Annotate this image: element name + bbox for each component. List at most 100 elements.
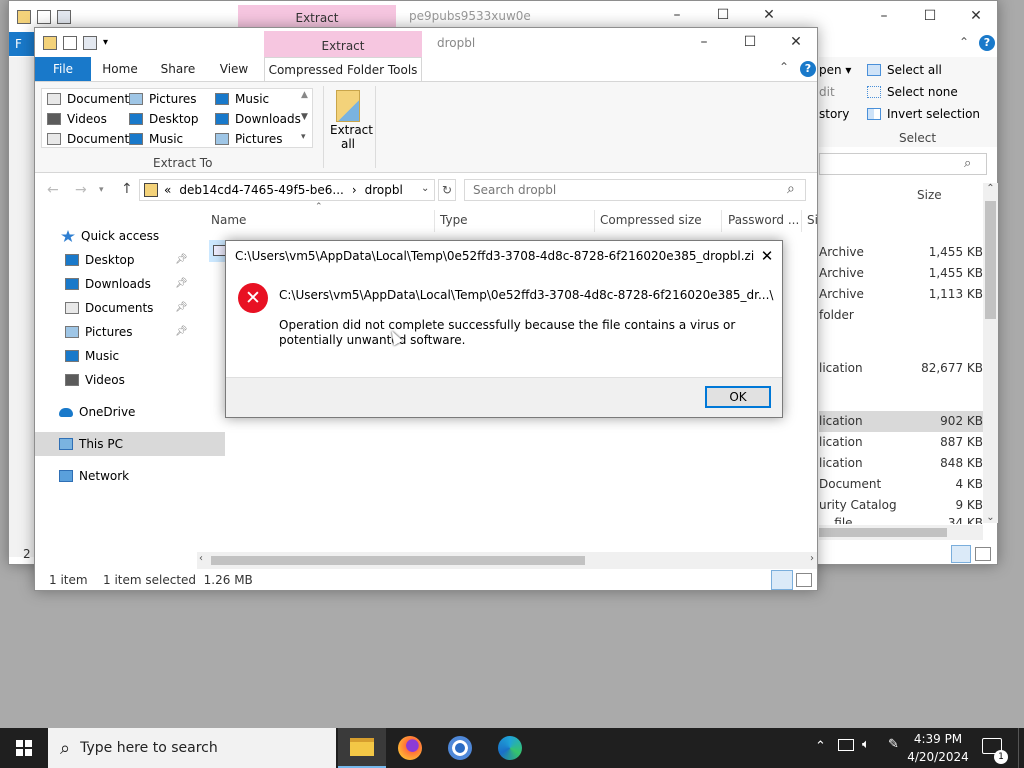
hscroll-thumb[interactable] — [211, 556, 585, 565]
gallery-more-icon[interactable]: ▾ — [301, 132, 306, 142]
front-help-icon[interactable]: ? — [800, 61, 816, 77]
front-ribbon-collapse-icon[interactable]: ⌃ — [779, 60, 789, 74]
back-scroll-up-icon[interactable]: ⌃ — [983, 183, 998, 194]
back-vertical-scrollbar[interactable]: ⌃ ⌄ — [983, 183, 998, 523]
extract-to-item-pictures[interactable]: Pictures — [215, 129, 283, 149]
back-history-button[interactable]: story — [819, 107, 849, 121]
address-overflow-chevron[interactable]: « — [164, 183, 171, 197]
back-nav-button[interactable]: ← — [47, 182, 59, 198]
extract-to-item-documents[interactable]: Documents — [47, 129, 135, 149]
nav-item-pictures[interactable]: Pictures 📌︎ — [35, 320, 225, 344]
pin-icon[interactable]: 📌︎ — [175, 320, 188, 344]
tab-compressed-folder-tools[interactable]: Compressed Folder Tools — [264, 57, 422, 81]
nav-item-downloads[interactable]: Downloads 📌︎ — [35, 272, 225, 296]
back-maximize-button[interactable]: ☐ — [700, 1, 746, 29]
clock-time[interactable]: 4:39 PM — [903, 732, 973, 746]
back-hscroll-thumb[interactable] — [819, 528, 947, 537]
nav-item-videos[interactable]: Videos — [35, 368, 225, 392]
search-icon[interactable]: ⌕ — [787, 181, 795, 197]
scroll-left-icon[interactable]: ‹ — [199, 553, 203, 564]
back-file-row[interactable]: Archive 1,113 KB — [819, 284, 983, 305]
select-none-button[interactable]: Select none — [867, 85, 958, 99]
nav-item-music[interactable]: Music — [35, 344, 225, 368]
new-folder-icon[interactable] — [57, 9, 71, 24]
volume-icon[interactable]: 🔈︎ — [862, 737, 870, 752]
address-bar[interactable]: « deb14cd4-7465-49f5-be6... › dropbl — [139, 179, 435, 201]
keyboard-icon[interactable]: ✎ — [888, 737, 899, 752]
extract-to-item-music[interactable]: Music — [129, 129, 183, 149]
back-horizontal-scrollbar[interactable] — [819, 525, 983, 540]
pin-icon[interactable]: 📌︎ — [175, 296, 188, 320]
back-help-icon[interactable]: ? — [979, 35, 995, 51]
nav-item-documents[interactable]: Documents 📌︎ — [35, 296, 225, 320]
front-close-button[interactable]: ✕ — [773, 28, 819, 56]
clock-date[interactable]: 4/20/2024 — [903, 750, 973, 764]
taskbar-edge[interactable] — [486, 728, 534, 768]
back-edit-button[interactable]: dit — [819, 85, 835, 99]
gallery-scroll-down-icon[interactable]: ▼ — [301, 112, 308, 122]
back-size-header[interactable]: Size — [917, 188, 942, 202]
back-file-row[interactable]: lication 887 KB — [819, 432, 983, 453]
properties-icon[interactable] — [37, 9, 51, 24]
horizontal-scrollbar[interactable]: ‹ › — [197, 552, 817, 569]
extract-to-item-videos[interactable]: Videos — [47, 109, 107, 129]
column-header-size[interactable]: Si — [807, 210, 818, 230]
back-close-button-2[interactable]: ✕ — [953, 2, 999, 30]
gallery-scroll-up-icon[interactable]: ▲ — [301, 90, 308, 100]
pin-icon[interactable]: 📌︎ — [175, 272, 188, 296]
address-dropdown-icon[interactable]: ⌄ — [421, 183, 429, 194]
qat-dropdown-icon[interactable]: ▾ — [103, 37, 108, 48]
tab-share[interactable]: Share — [153, 57, 203, 81]
address-segment-current[interactable]: dropbl — [365, 183, 403, 197]
extract-all-button[interactable]: Extract all — [330, 88, 373, 152]
column-header-password[interactable]: Password ... — [728, 210, 799, 230]
back-scroll-down-icon[interactable]: ⌄ — [983, 512, 998, 523]
tab-file[interactable]: File — [35, 57, 91, 81]
nav-item-this-pc[interactable]: This PC — [35, 432, 225, 456]
scroll-right-icon[interactable]: › — [810, 553, 814, 564]
refresh-button[interactable]: ↻ — [438, 179, 456, 201]
taskbar-firefox[interactable] — [386, 728, 434, 768]
back-search-box[interactable] — [819, 153, 987, 175]
column-header-compressed-size[interactable]: Compressed size — [600, 210, 702, 230]
address-separator[interactable]: › — [352, 183, 357, 197]
back-file-row[interactable]: folder — [819, 305, 983, 326]
tab-view[interactable]: View — [210, 57, 258, 81]
start-button[interactable] — [0, 728, 48, 768]
back-file-row[interactable]: ... file 34 KB — [819, 516, 983, 524]
back-close-button[interactable]: ✕ — [746, 1, 792, 29]
show-desktop-button[interactable] — [1018, 728, 1024, 768]
back-details-view-icon[interactable] — [951, 545, 971, 563]
back-file-row[interactable]: lication 82,677 KB — [819, 358, 983, 379]
back-file-row[interactable]: lication 902 KB — [819, 411, 983, 432]
back-file-tab[interactable]: F — [9, 32, 35, 56]
taskbar-file-explorer[interactable] — [338, 728, 386, 768]
dialog-ok-button[interactable]: OK — [705, 386, 771, 408]
back-maximize-button-2[interactable]: ☐ — [907, 2, 953, 30]
extract-to-item-desktop[interactable]: Desktop — [129, 109, 199, 129]
nav-item-onedrive[interactable]: OneDrive — [35, 400, 225, 424]
back-file-row[interactable]: Document 4 KB — [819, 474, 983, 495]
back-ribbon-collapse-icon[interactable]: ⌃ — [959, 35, 969, 49]
select-all-button[interactable]: Select all — [867, 63, 942, 77]
back-file-row[interactable]: Archive 1,455 KB — [819, 263, 983, 284]
back-file-row[interactable]: urity Catalog 9 KB — [819, 495, 983, 516]
back-file-row[interactable]: lication 848 KB — [819, 453, 983, 474]
recent-locations-icon[interactable]: ▾ — [99, 185, 104, 195]
pin-icon[interactable]: 📌︎ — [175, 248, 188, 272]
front-maximize-button[interactable]: ☐ — [727, 28, 773, 56]
taskbar-chrome[interactable] — [436, 728, 484, 768]
dialog-close-button[interactable]: ✕ — [754, 245, 780, 267]
back-large-icons-view-icon[interactable] — [975, 547, 991, 561]
large-icons-view-icon[interactable] — [796, 573, 812, 587]
extract-to-item-downloads[interactable]: Downloads — [215, 109, 301, 129]
back-minimize-button[interactable]: – — [654, 1, 700, 29]
extract-to-item-documents[interactable]: Documents — [47, 89, 135, 109]
address-segment-parent[interactable]: deb14cd4-7465-49f5-be6... — [179, 183, 343, 197]
new-folder-icon[interactable] — [83, 35, 97, 50]
properties-icon[interactable] — [63, 35, 77, 50]
forward-nav-button[interactable]: → — [75, 182, 87, 198]
invert-selection-button[interactable]: Invert selection — [867, 107, 980, 121]
nav-item-network[interactable]: Network — [35, 464, 225, 488]
back-file-row[interactable]: Archive 1,455 KB — [819, 242, 983, 263]
